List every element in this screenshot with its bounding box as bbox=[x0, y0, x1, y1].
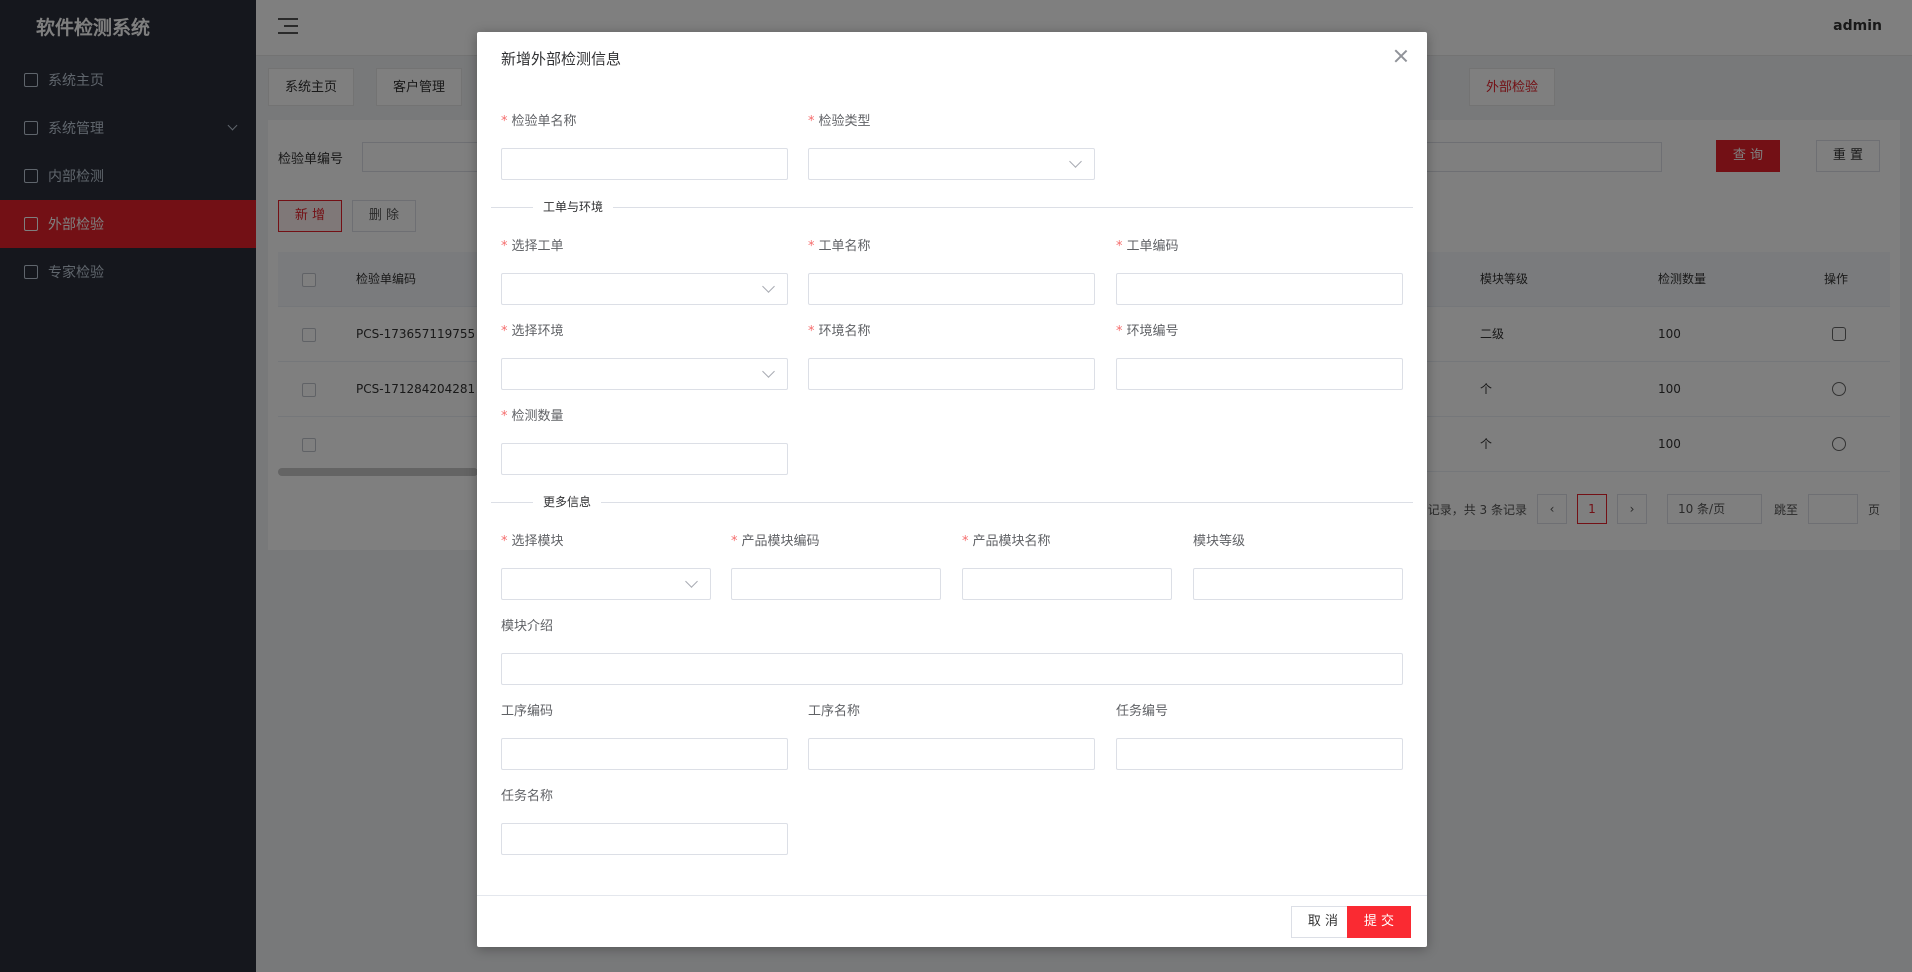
chevron-down-icon bbox=[1069, 155, 1082, 168]
order-select[interactable] bbox=[501, 273, 788, 305]
dialog-footer: 取 消 提 交 bbox=[477, 895, 1427, 947]
add-external-test-dialog: 新增外部检测信息 * 检验单名称 * 检验类型 工单与环境 * 选择工单 * 工单名称 … bbox=[477, 32, 1427, 947]
field-order-code: * 工单编码 bbox=[1116, 237, 1403, 305]
field-label: 环境名称 bbox=[818, 324, 871, 339]
field-label: 工单编码 bbox=[1126, 239, 1179, 254]
env-select[interactable] bbox=[501, 358, 788, 390]
type-select[interactable] bbox=[808, 148, 1095, 180]
field-type: * 检验类型 bbox=[808, 112, 1095, 180]
field-label: 检测数量 bbox=[511, 409, 564, 424]
field-module-level: 模块等级 bbox=[1193, 532, 1403, 600]
field-module-intro: 模块介绍 bbox=[501, 617, 1403, 685]
task-code-input[interactable] bbox=[1116, 738, 1403, 770]
field-label: 工序名称 bbox=[808, 704, 861, 719]
section-divider-more: 更多信息 bbox=[491, 493, 1413, 511]
field-label: 工单名称 bbox=[818, 239, 871, 254]
field-task-name: 任务名称 bbox=[501, 787, 788, 855]
env-code-input[interactable] bbox=[1116, 358, 1403, 390]
field-module: * 选择模块 bbox=[501, 532, 711, 600]
module-intro-input[interactable] bbox=[501, 653, 1403, 685]
chevron-down-icon bbox=[762, 365, 775, 378]
field-label: 模块等级 bbox=[1193, 534, 1246, 549]
module-level-input[interactable] bbox=[1193, 568, 1403, 600]
dialog-title: 新增外部检测信息 bbox=[501, 50, 622, 68]
field-label: 选择环境 bbox=[511, 324, 564, 339]
field-qty: * 检测数量 bbox=[501, 407, 788, 475]
field-label: 产品模块编码 bbox=[741, 534, 820, 549]
field-label: 任务编号 bbox=[1116, 704, 1169, 719]
field-name: * 检验单名称 bbox=[501, 112, 788, 180]
section-divider-order-env: 工单与环境 bbox=[491, 198, 1413, 216]
field-label: 选择工单 bbox=[511, 239, 564, 254]
field-proc-name: 工序名称 bbox=[808, 702, 1095, 770]
field-label: 环境编号 bbox=[1126, 324, 1179, 339]
module-name-input[interactable] bbox=[962, 568, 1172, 600]
name-input[interactable] bbox=[501, 148, 788, 180]
field-env-name: * 环境名称 bbox=[808, 322, 1095, 390]
close-icon[interactable] bbox=[1393, 48, 1409, 64]
section-title: 工单与环境 bbox=[533, 198, 614, 216]
field-task-code: 任务编号 bbox=[1116, 702, 1403, 770]
field-proc-code: 工序编码 bbox=[501, 702, 788, 770]
chevron-down-icon bbox=[762, 280, 775, 293]
field-label: 模块介绍 bbox=[501, 619, 554, 634]
task-name-input[interactable] bbox=[501, 823, 788, 855]
module-code-input[interactable] bbox=[731, 568, 941, 600]
field-label: 任务名称 bbox=[501, 789, 554, 804]
field-module-code: * 产品模块编码 bbox=[731, 532, 941, 600]
module-select[interactable] bbox=[501, 568, 711, 600]
field-label: 选择模块 bbox=[511, 534, 564, 549]
proc-code-input[interactable] bbox=[501, 738, 788, 770]
field-env-code: * 环境编号 bbox=[1116, 322, 1403, 390]
field-label: 工序编码 bbox=[501, 704, 554, 719]
proc-name-input[interactable] bbox=[808, 738, 1095, 770]
field-label: 检验单名称 bbox=[511, 114, 577, 129]
chevron-down-icon bbox=[685, 575, 698, 588]
order-name-input[interactable] bbox=[808, 273, 1095, 305]
field-label: 检验类型 bbox=[818, 114, 871, 129]
submit-button[interactable]: 提 交 bbox=[1347, 906, 1411, 938]
env-name-input[interactable] bbox=[808, 358, 1095, 390]
order-code-input[interactable] bbox=[1116, 273, 1403, 305]
cancel-button[interactable]: 取 消 bbox=[1291, 906, 1355, 938]
field-env: * 选择环境 bbox=[501, 322, 788, 390]
section-title: 更多信息 bbox=[533, 493, 602, 511]
qty-input[interactable] bbox=[501, 443, 788, 475]
field-label: 产品模块名称 bbox=[972, 534, 1051, 549]
field-order-name: * 工单名称 bbox=[808, 237, 1095, 305]
field-module-name: * 产品模块名称 bbox=[962, 532, 1172, 600]
field-order: * 选择工单 bbox=[501, 237, 788, 305]
